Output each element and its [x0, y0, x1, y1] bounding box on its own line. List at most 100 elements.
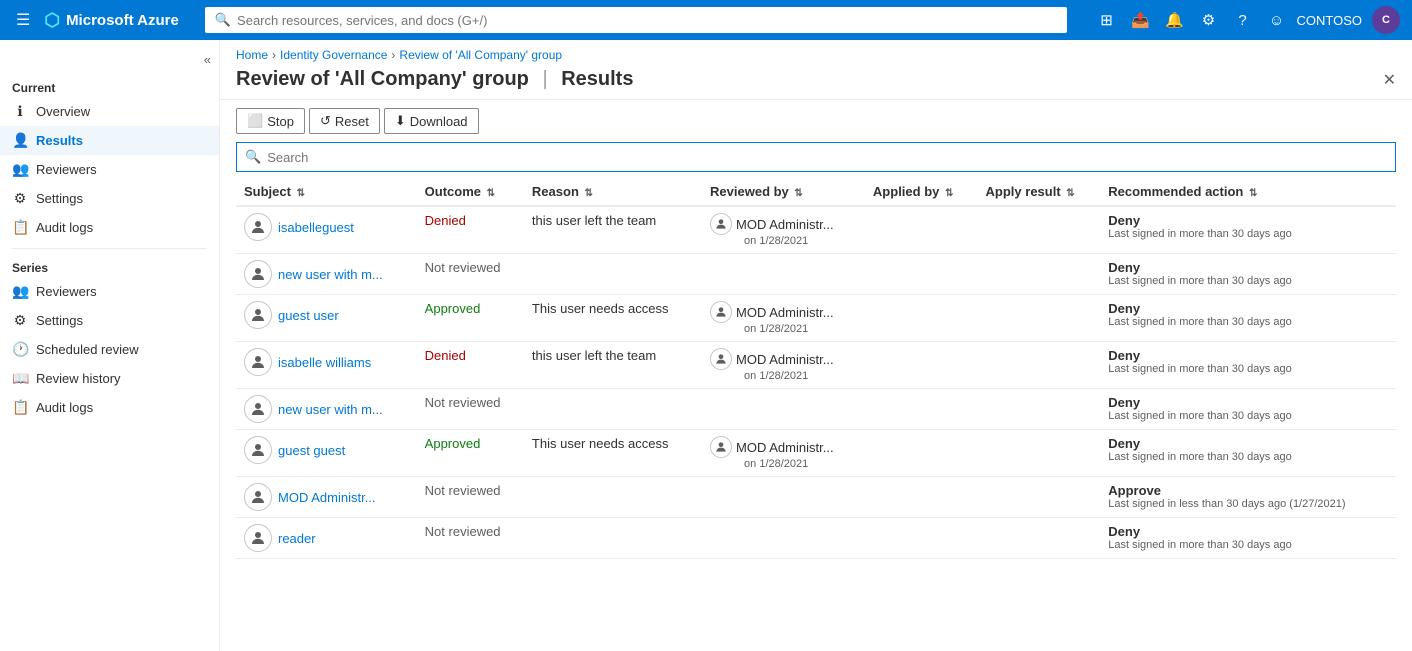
cell-rec-action-0: Deny Last signed in more than 30 days ag… — [1100, 206, 1396, 254]
cell-outcome-4: Not reviewed — [417, 389, 524, 430]
download-label: Download — [410, 114, 468, 129]
user-name[interactable]: reader — [278, 531, 316, 546]
sidebar-item-audit-logs-current[interactable]: 📋 Audit logs — [0, 213, 219, 242]
sidebar-item-reviewers-current[interactable]: 👥 Reviewers — [0, 155, 219, 184]
breadcrumb-home[interactable]: Home — [236, 48, 268, 62]
table-header-row: Subject ⇅ Outcome ⇅ Reason ⇅ Reviewed — [236, 178, 1396, 206]
sidebar-item-settings-current[interactable]: ⚙ Settings — [0, 184, 219, 213]
user-name[interactable]: guest guest — [278, 443, 345, 458]
breadcrumb-review[interactable]: Review of 'All Company' group — [399, 48, 562, 62]
col-outcome[interactable]: Outcome ⇅ — [417, 178, 524, 206]
results-table-wrap: Subject ⇅ Outcome ⇅ Reason ⇅ Reviewed — [220, 178, 1412, 651]
sidebar-item-overview[interactable]: ℹ Overview — [0, 97, 219, 126]
cell-outcome-5: Approved — [417, 430, 524, 477]
hamburger-menu[interactable]: ☰ — [12, 6, 34, 34]
sidebar-item-audit-logs-series[interactable]: 📋 Audit logs — [0, 393, 219, 422]
sidebar-item-results[interactable]: 👤 Results — [0, 126, 219, 155]
user-name[interactable]: isabelleguest — [278, 220, 354, 235]
series-audit-icon: 📋 — [12, 399, 28, 416]
rec-action-main: Deny — [1108, 301, 1388, 316]
reason-sort-icon: ⇅ — [585, 188, 593, 199]
cell-applied-by-6 — [865, 477, 978, 518]
sidebar-item-settings-series[interactable]: ⚙ Settings — [0, 306, 219, 335]
cell-rec-action-7: Deny Last signed in more than 30 days ag… — [1100, 518, 1396, 559]
cell-reviewed-by-7 — [702, 518, 865, 559]
sidebar-collapse[interactable]: « — [0, 48, 219, 75]
outcome-sort-icon: ⇅ — [487, 188, 495, 199]
cell-outcome-2: Approved — [417, 295, 524, 342]
search-input[interactable] — [267, 150, 1387, 165]
outcome-badge: Denied — [425, 348, 466, 363]
topbar: ☰ ⬡ Microsoft Azure 🔍 ⊞ 📤 🔔 ⚙ ? ☺ CONTOS… — [0, 0, 1412, 40]
download-button[interactable]: ⬇ Download — [384, 108, 479, 134]
reviewer-name-text: MOD Administr... — [736, 305, 834, 320]
cell-rec-action-5: Deny Last signed in more than 30 days ag… — [1100, 430, 1396, 477]
col-rec-action-label: Recommended action — [1108, 184, 1243, 199]
collapse-icon[interactable]: « — [204, 52, 211, 67]
table-row: new user with m... Not reviewed Deny Las… — [236, 254, 1396, 295]
rec-action-sub: Last signed in more than 30 days ago — [1108, 228, 1388, 240]
cell-rec-action-2: Deny Last signed in more than 30 days ag… — [1100, 295, 1396, 342]
cell-reason-4 — [524, 389, 702, 430]
help-icon[interactable]: ? — [1229, 6, 1257, 34]
stop-button[interactable]: ⬜ Stop — [236, 108, 305, 134]
cell-apply-result-5 — [978, 430, 1101, 477]
series-section-label: Series — [0, 255, 219, 277]
feedback-icon[interactable]: 📤 — [1127, 6, 1155, 34]
cell-outcome-7: Not reviewed — [417, 518, 524, 559]
sidebar-item-scheduled-review[interactable]: 🕐 Scheduled review — [0, 335, 219, 364]
global-search-input[interactable] — [237, 13, 1056, 28]
title-pipe: | — [542, 68, 547, 90]
search-box: 🔍 — [236, 142, 1396, 172]
col-subject[interactable]: Subject ⇅ — [236, 178, 417, 206]
user-avatar — [244, 348, 272, 376]
user-avatar — [244, 260, 272, 288]
avatar[interactable]: C — [1372, 6, 1400, 34]
results-icon: 👤 — [12, 132, 28, 149]
search-box-wrap: 🔍 — [220, 142, 1412, 178]
notifications-icon[interactable]: 🔔 — [1161, 6, 1189, 34]
breadcrumb-identity-governance[interactable]: Identity Governance — [280, 48, 387, 62]
user-name[interactable]: guest user — [278, 308, 339, 323]
user-name[interactable]: MOD Administr... — [278, 490, 376, 505]
col-rec-action[interactable]: Recommended action ⇅ — [1100, 178, 1396, 206]
settings-sidebar-icon: ⚙ — [12, 190, 28, 207]
reviewed-by-sort-icon: ⇅ — [794, 188, 802, 199]
portal-help-icon[interactable]: ⊞ — [1093, 6, 1121, 34]
close-button[interactable]: ✕ — [1383, 70, 1396, 90]
sidebar-item-reviewers-series[interactable]: 👥 Reviewers — [0, 277, 219, 306]
cell-reason-0: this user left the team — [524, 206, 702, 254]
content-area: Home › Identity Governance › Review of '… — [220, 40, 1412, 651]
cell-apply-result-0 — [978, 206, 1101, 254]
sidebar-item-reviewers-current-label: Reviewers — [36, 162, 97, 177]
cell-apply-result-1 — [978, 254, 1101, 295]
rec-action-sub: Last signed in more than 30 days ago — [1108, 275, 1388, 287]
col-reviewed-by[interactable]: Reviewed by ⇅ — [702, 178, 865, 206]
cell-rec-action-1: Deny Last signed in more than 30 days ag… — [1100, 254, 1396, 295]
reset-button[interactable]: ↺ Reset — [309, 108, 380, 134]
smiley-icon[interactable]: ☺ — [1263, 6, 1291, 34]
col-apply-result-label: Apply result — [986, 184, 1061, 199]
overview-icon: ℹ — [12, 103, 28, 120]
sidebar-item-review-history[interactable]: 📖 Review history — [0, 364, 219, 393]
outcome-badge: Not reviewed — [425, 483, 501, 498]
table-row: isabelleguest Deniedthis user left the t… — [236, 206, 1396, 254]
user-name[interactable]: new user with m... — [278, 402, 383, 417]
col-reason[interactable]: Reason ⇅ — [524, 178, 702, 206]
cell-reason-1 — [524, 254, 702, 295]
rec-action-sub: Last signed in more than 30 days ago — [1108, 316, 1388, 328]
col-applied-by[interactable]: Applied by ⇅ — [865, 178, 978, 206]
cell-subject-6: MOD Administr... — [236, 477, 417, 518]
cell-reviewed-by-4 — [702, 389, 865, 430]
breadcrumb-sep-2: › — [391, 48, 395, 62]
reviewer-name-text: MOD Administr... — [736, 352, 834, 367]
col-apply-result[interactable]: Apply result ⇅ — [978, 178, 1101, 206]
sidebar: « Current ℹ Overview 👤 Results 👥 Reviewe… — [0, 40, 220, 651]
user-name[interactable]: isabelle williams — [278, 355, 371, 370]
user-name[interactable]: new user with m... — [278, 267, 383, 282]
settings-icon[interactable]: ⚙ — [1195, 6, 1223, 34]
cell-outcome-3: Denied — [417, 342, 524, 389]
sidebar-item-review-history-label: Review history — [36, 371, 121, 386]
breadcrumb-sep-1: › — [272, 48, 276, 62]
page-title: Review of 'All Company' group | Results — [236, 68, 633, 91]
